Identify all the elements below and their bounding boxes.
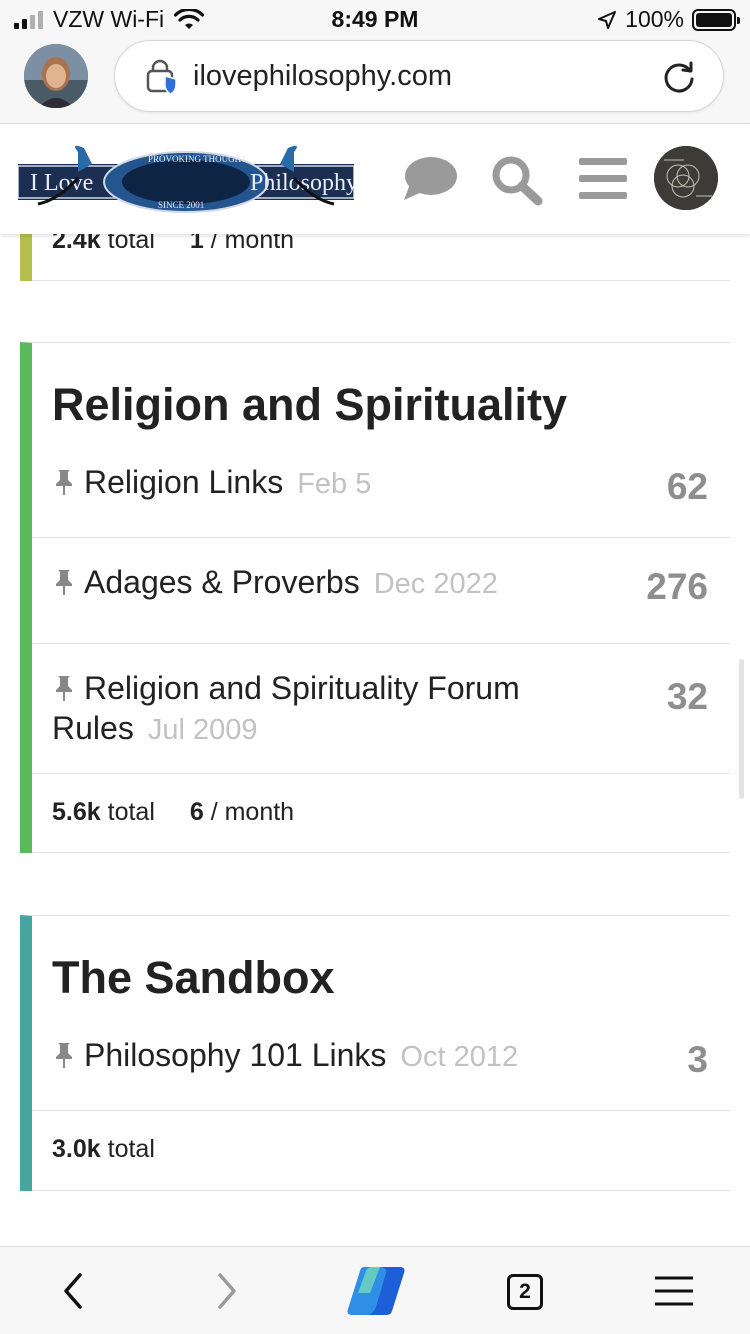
shield-lock-icon bbox=[146, 59, 177, 95]
topic-reply-count: 32 bbox=[666, 676, 708, 717]
pin-icon bbox=[56, 470, 72, 495]
hamburger-menu-icon[interactable] bbox=[652, 1269, 696, 1313]
address-bar[interactable]: ilovephilosophy.com bbox=[114, 40, 724, 112]
svg-text:SINCE 2001: SINCE 2001 bbox=[158, 200, 204, 210]
topic-title: Religion and Spirituality Forum bbox=[84, 670, 520, 706]
pin-icon bbox=[56, 570, 72, 595]
chat-bubble-icon[interactable] bbox=[402, 154, 458, 206]
svg-text:PROVOKING THOUGHT: PROVOKING THOUGHT bbox=[148, 154, 247, 164]
site-header: PROVOKING THOUGHT SINCE 2001 I Love Phil… bbox=[0, 124, 750, 234]
hamburger-menu-icon[interactable] bbox=[576, 154, 632, 206]
browser-toolbar: 2 bbox=[0, 1246, 750, 1334]
search-icon[interactable] bbox=[488, 154, 544, 206]
category-stats: 5.6k total 6 / month bbox=[52, 798, 295, 826]
category-stats: 3.0k total bbox=[52, 1135, 155, 1163]
site-logo[interactable]: PROVOKING THOUGHT SINCE 2001 I Love Phil… bbox=[18, 142, 354, 214]
scrollbar[interactable] bbox=[739, 659, 744, 799]
topic-reply-count: 62 bbox=[666, 466, 708, 507]
reload-icon[interactable] bbox=[661, 59, 697, 95]
topic-row[interactable]: Religion Links Feb 5 62 bbox=[32, 438, 730, 538]
category-previous: 2.4k total 1 / month bbox=[20, 234, 730, 281]
user-avatar[interactable] bbox=[654, 146, 718, 210]
tabs-button[interactable]: 2 bbox=[507, 1274, 543, 1310]
topic-row[interactable]: Adages & Proverbs Dec 2022 276 bbox=[32, 538, 730, 644]
browser-bar: ilovephilosophy.com bbox=[0, 40, 750, 124]
battery-percent: 100% bbox=[625, 6, 684, 32]
topic-row[interactable]: Philosophy 101 Links Oct 2012 3 bbox=[32, 1011, 730, 1111]
chevron-left-icon[interactable] bbox=[52, 1269, 96, 1313]
status-right: 100% bbox=[597, 6, 740, 33]
topic-date: Dec 2022 bbox=[373, 568, 498, 600]
topic-date: Feb 5 bbox=[297, 468, 372, 500]
pin-icon bbox=[56, 1043, 72, 1068]
pin-icon bbox=[56, 676, 72, 701]
topic-reply-count: 3 bbox=[687, 1039, 708, 1080]
category-title[interactable]: The Sandbox bbox=[52, 952, 335, 1004]
topic-title: Adages & Proverbs bbox=[84, 564, 360, 600]
category-stats: 2.4k total 1 / month bbox=[52, 234, 295, 254]
topic-title: Religion Links bbox=[84, 464, 284, 500]
browser-profile-avatar[interactable] bbox=[24, 44, 88, 108]
url-text: ilovephilosophy.com bbox=[193, 60, 452, 92]
battery-icon bbox=[692, 8, 740, 31]
topic-reply-count: 276 bbox=[646, 566, 708, 607]
category-title[interactable]: Religion and Spirituality bbox=[52, 379, 567, 431]
category-religion-spirituality[interactable]: Religion and Spirituality Religion Links… bbox=[20, 342, 730, 853]
topic-date: Jul 2009 bbox=[147, 714, 258, 746]
topic-row[interactable]: Religion and Spirituality Forum Rules Jul … bbox=[32, 644, 730, 774]
topic-title: Philosophy 101 Links bbox=[84, 1037, 387, 1073]
location-arrow-icon bbox=[598, 10, 617, 29]
copilot-icon[interactable] bbox=[344, 1263, 408, 1319]
topic-title-continued: Rules bbox=[52, 710, 134, 746]
category-sandbox[interactable]: The Sandbox Philosophy 101 Links Oct 2012… bbox=[20, 915, 730, 1191]
status-bar: VZW Wi-Fi 8:49 PM 100% bbox=[0, 0, 750, 40]
category-list: 2.4k total 1 / month Religion and Spirit… bbox=[0, 234, 750, 1246]
svg-text:Philosophy: Philosophy bbox=[250, 170, 354, 196]
topic-date: Oct 2012 bbox=[400, 1041, 519, 1073]
chevron-right-icon[interactable] bbox=[204, 1269, 248, 1313]
